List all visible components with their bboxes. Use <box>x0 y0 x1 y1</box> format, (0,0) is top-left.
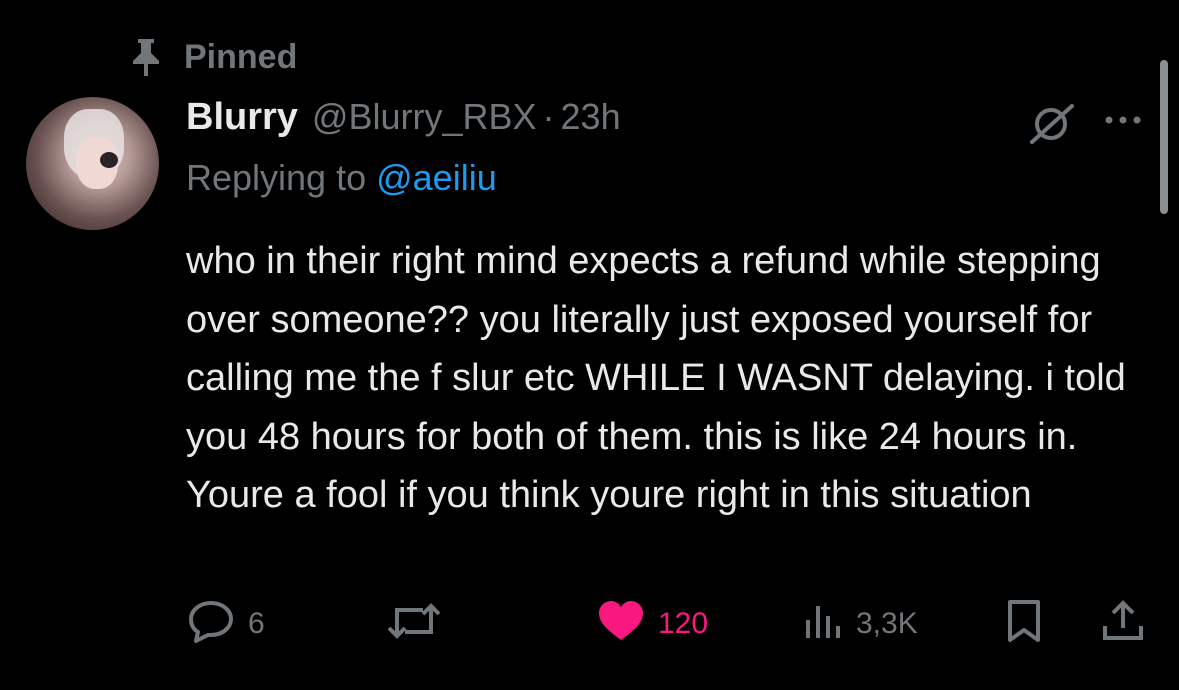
user-handle[interactable]: @Blurry_RBX <box>312 96 537 138</box>
bookmark-icon <box>1004 598 1044 649</box>
pinned-label: Pinned <box>184 37 298 76</box>
retweet-icon <box>385 598 443 649</box>
replying-prefix: Replying to <box>186 157 377 198</box>
separator-dot: · <box>542 96 555 137</box>
share-icon <box>1100 598 1146 649</box>
share-button[interactable] <box>1100 598 1146 649</box>
reply-button[interactable]: 6 <box>186 598 265 649</box>
retweet-button[interactable] <box>385 598 443 649</box>
views-count: 3,3K <box>856 606 918 640</box>
pinned-indicator: Pinned <box>128 36 297 78</box>
tweet-time[interactable]: 23h <box>561 96 621 138</box>
replying-mention[interactable]: @aeiliu <box>376 157 497 198</box>
reply-count: 6 <box>248 606 265 640</box>
scrollbar[interactable] <box>1160 60 1168 214</box>
replying-to: Replying to @aeiliu <box>186 157 497 199</box>
pin-icon <box>128 36 164 78</box>
more-icon[interactable] <box>1103 110 1143 130</box>
like-count: 120 <box>658 606 709 640</box>
tweet-header: Blurry @Blurry_RBX · 23h <box>186 96 621 139</box>
bookmark-button[interactable] <box>1004 598 1044 649</box>
views-icon <box>804 598 844 649</box>
display-name[interactable]: Blurry <box>186 96 298 139</box>
grok-icon[interactable] <box>1024 102 1078 144</box>
tweet-body: who in their right mind expects a refund… <box>186 240 1126 516</box>
reply-icon <box>186 598 236 649</box>
like-icon <box>596 598 646 649</box>
like-button[interactable]: 120 <box>596 598 708 649</box>
avatar[interactable] <box>26 97 159 230</box>
views-button[interactable]: 3,3K <box>804 598 918 649</box>
